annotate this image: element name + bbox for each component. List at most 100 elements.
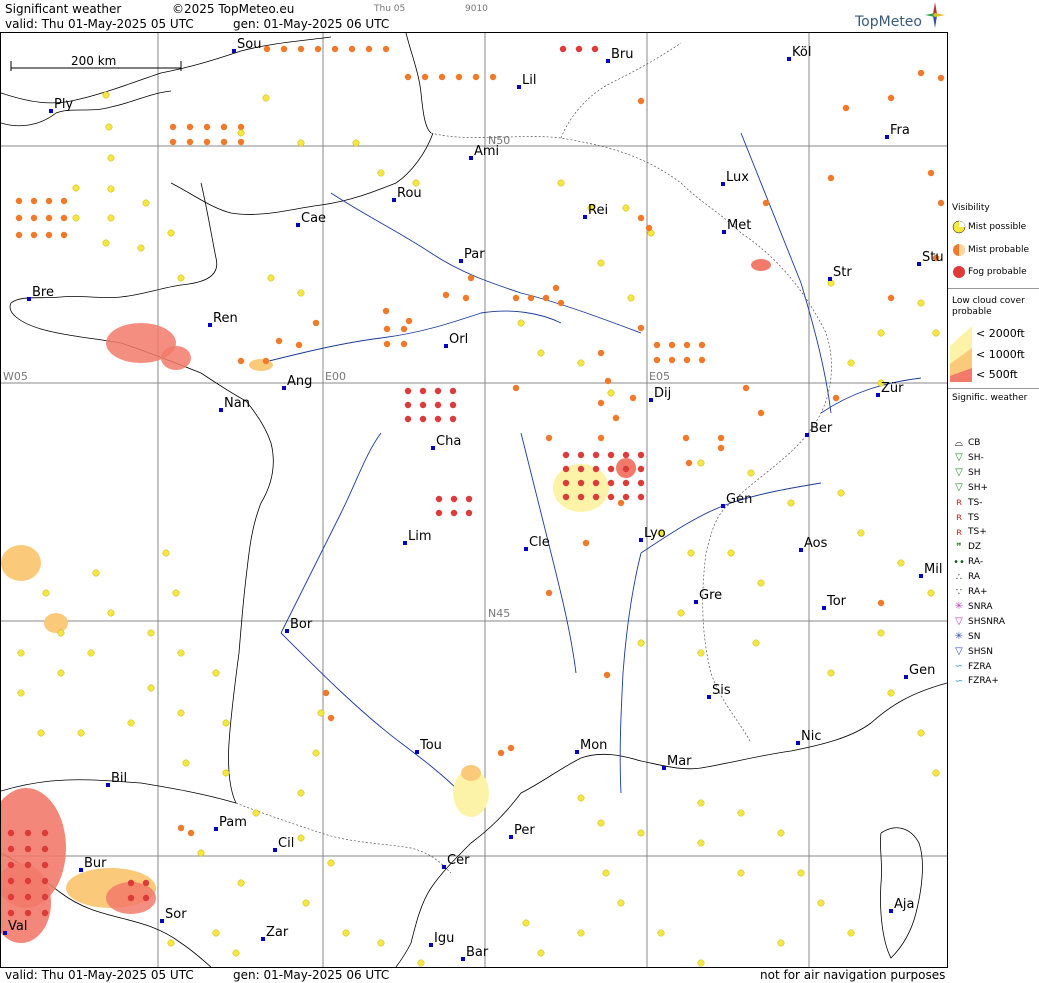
mist-possible-icon (827, 669, 835, 677)
mist-possible-icon (857, 529, 865, 537)
mist-possible-icon (777, 939, 785, 947)
city-dot (459, 259, 463, 263)
mist-probable-icon (507, 744, 515, 752)
mist-possible-icon (417, 959, 425, 967)
mist-probable-icon (597, 434, 605, 442)
city-dot (707, 695, 711, 699)
mist-probable-icon (827, 174, 835, 182)
city-dot (796, 741, 800, 745)
mist-possible-icon (237, 129, 245, 137)
mist-possible-icon (107, 609, 115, 617)
mist-probable-icon (237, 123, 245, 131)
mist-probable-icon (887, 94, 895, 102)
legend-signific-title: Signific. weather (952, 393, 1028, 403)
mist-possible-icon (897, 559, 905, 567)
city-dot (904, 675, 908, 679)
ts-minus-icon: ʀ (955, 497, 963, 509)
mist-possible-icon (352, 139, 360, 147)
legend-ts-minus: ʀ TS- (952, 496, 983, 510)
mist-possible-icon (747, 469, 755, 477)
city-label: Rou (397, 186, 422, 201)
fog-probable-icon (24, 893, 32, 901)
legend-sh: ▽ SH (952, 466, 980, 480)
city-label: Par (464, 247, 485, 262)
city-label: Val (8, 919, 27, 934)
mist-possible-icon (847, 359, 855, 367)
fog-probable-icon (127, 879, 135, 887)
fog-probable-icon (127, 894, 135, 902)
mist-possible-icon (837, 489, 845, 497)
mist-possible-icon (177, 274, 185, 282)
city-dot (214, 827, 218, 831)
mist-probable-icon (295, 341, 303, 349)
grid-label-e05: E05 (649, 370, 670, 383)
mist-possible-icon (232, 949, 240, 957)
city-label: Zür (881, 381, 904, 396)
mist-probable-icon (472, 73, 480, 81)
mist-probable-icon (404, 73, 412, 81)
legend-ra-minus: •• RA- (952, 555, 983, 569)
mist-possible-icon (92, 569, 100, 577)
city-label: Mon (580, 738, 607, 753)
ra-plus-icon: ∵ (955, 586, 963, 598)
city-label: Ang (287, 374, 312, 389)
city-label: Gen (909, 663, 935, 678)
fog-probable-icon (637, 465, 645, 473)
city-dot (889, 909, 893, 913)
mist-probable-icon (263, 45, 271, 53)
city-dot (106, 783, 110, 787)
mist-probable-icon (327, 714, 335, 722)
city-dot (662, 766, 666, 770)
city-dot (208, 323, 212, 327)
mist-probable-icon (348, 45, 356, 53)
mist-possible-icon (557, 179, 565, 187)
city-dot (415, 750, 419, 754)
legend-label: Mist probable (968, 245, 1030, 255)
mist-possible-icon (237, 879, 245, 887)
city-label: Bor (290, 617, 313, 632)
mist-possible-icon (312, 749, 320, 757)
mist-possible-icon (212, 669, 220, 677)
mist-possible-icon (787, 499, 795, 507)
mist-possible-icon (37, 729, 45, 737)
legend-sh-minus: ▽ SH- (952, 451, 984, 465)
mist-possible-icon (537, 349, 545, 357)
fog-probable-icon (577, 465, 585, 473)
mist-probable-icon (314, 45, 322, 53)
mist-probable-icon (331, 45, 339, 53)
city-label: Sou (237, 37, 261, 52)
ra-icon: ∴ (955, 571, 963, 583)
fog-probable-icon (607, 465, 615, 473)
fog-probable-icon (24, 877, 32, 885)
mist-possible-icon (522, 919, 530, 927)
mist-possible-icon (162, 549, 170, 557)
mist-possible-icon (877, 329, 885, 337)
sn-icon: ✳ (954, 631, 964, 643)
fog-probable-icon (637, 493, 645, 501)
mist-probable-icon (455, 73, 463, 81)
legend-label: RA- (968, 557, 984, 568)
fog-probable-icon (7, 909, 15, 917)
fog-probable-icon (41, 909, 49, 917)
fog-probable-icon (434, 415, 442, 423)
mist-possible-icon (602, 869, 610, 877)
mist-possible-icon (297, 834, 305, 842)
mist-probable-icon (717, 434, 725, 442)
mist-possible-icon (697, 799, 705, 807)
fog-probable-icon (24, 845, 32, 853)
city-label: Ply (54, 97, 73, 112)
mist-possible-icon (932, 769, 940, 777)
city-dot (273, 848, 277, 852)
mist-possible-icon (377, 169, 385, 177)
fog-probable-icon (24, 909, 32, 917)
city-label: Bil (111, 771, 127, 786)
mist-possible-icon (57, 669, 65, 677)
mist-possible-icon (177, 649, 185, 657)
mist-possible-icon (105, 123, 113, 131)
fog-probable-icon (449, 401, 457, 409)
sh-plus-icon: ▽ (955, 482, 963, 494)
lat-lon-grid (1, 33, 947, 967)
city-label: Lil (522, 73, 536, 88)
mist-probable-icon (668, 341, 676, 349)
city-label: Pam (219, 815, 247, 830)
